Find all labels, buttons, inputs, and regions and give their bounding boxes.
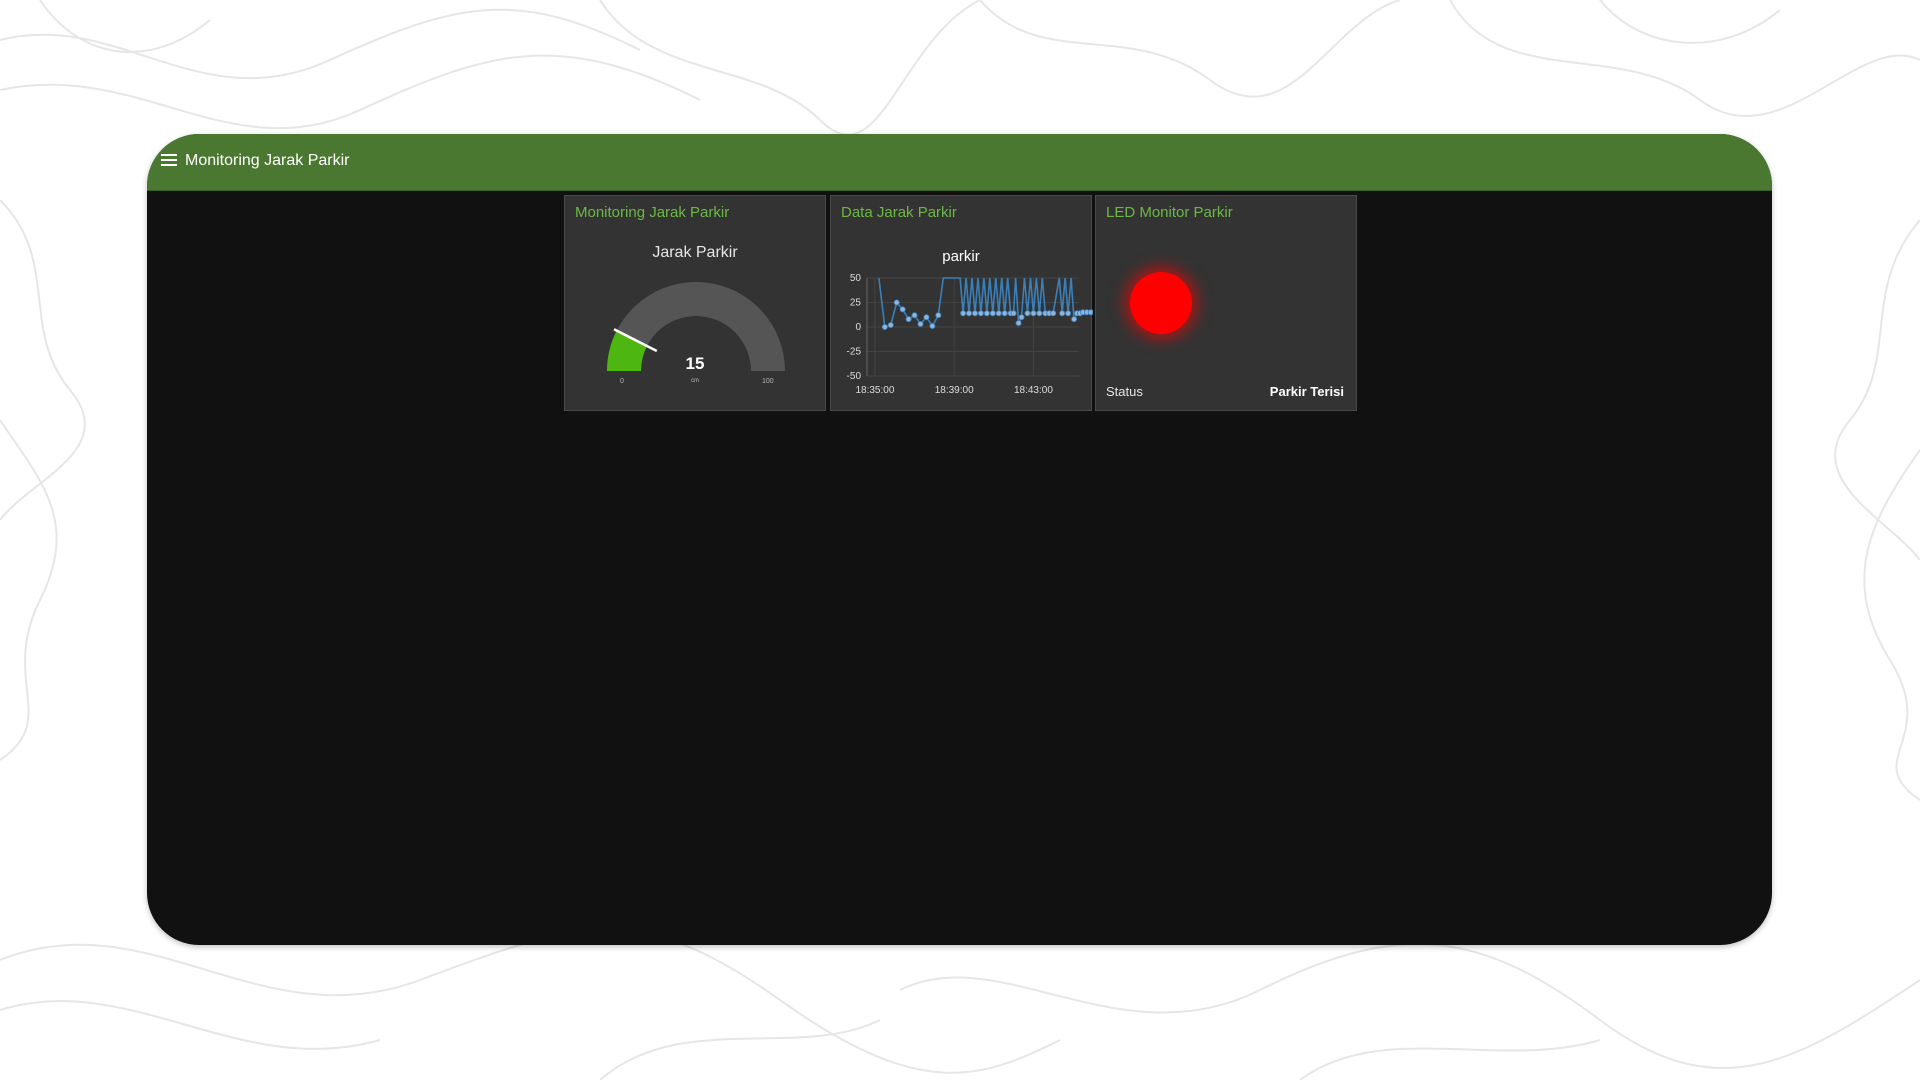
data-point bbox=[1030, 310, 1037, 317]
gauge-value: 15 bbox=[685, 354, 705, 373]
x-tick-label: 18:43:00 bbox=[1014, 385, 1053, 396]
x-tick-label: 18:39:00 bbox=[935, 385, 974, 396]
led-card: LED Monitor Parkir Status Parkir Terisi bbox=[1095, 195, 1357, 411]
y-tick-label: 25 bbox=[850, 298, 862, 309]
data-point bbox=[899, 306, 906, 313]
data-point bbox=[887, 322, 894, 329]
hamburger-menu-icon[interactable] bbox=[161, 154, 177, 168]
y-tick-label: -50 bbox=[847, 371, 862, 382]
gauge-unit: cm bbox=[691, 378, 699, 384]
led-indicator bbox=[1130, 272, 1192, 334]
data-point bbox=[966, 310, 973, 317]
data-point bbox=[1018, 314, 1025, 321]
led-status-value: Parkir Terisi bbox=[1269, 384, 1344, 399]
line-chart: 50 25 0 -25 -50 18:35:00 18:39:00 18:43:00 bbox=[847, 273, 1093, 396]
data-point bbox=[960, 310, 967, 317]
data-point bbox=[983, 310, 990, 317]
data-point bbox=[1024, 310, 1031, 317]
led-card-title: LED Monitor Parkir bbox=[1106, 204, 1233, 221]
gauge-min: 0 bbox=[620, 378, 624, 385]
top-bar: Monitoring Jarak Parkir bbox=[147, 134, 1772, 191]
data-point bbox=[1059, 310, 1066, 317]
y-tick-label: 0 bbox=[855, 322, 861, 333]
led-status-label: Status bbox=[1106, 384, 1143, 399]
data-point bbox=[911, 312, 918, 319]
data-point bbox=[989, 310, 996, 317]
data-point bbox=[995, 310, 1002, 317]
data-point bbox=[929, 323, 936, 330]
data-point bbox=[881, 323, 888, 330]
chart-card: Data Jarak Parkir parkir 50 25 0 -25 -50 18:3… bbox=[830, 195, 1093, 411]
data-point bbox=[1071, 316, 1078, 323]
data-point bbox=[1050, 310, 1057, 317]
data-point bbox=[905, 316, 912, 323]
gauge-max: 100 bbox=[762, 378, 774, 385]
x-tick-label: 18:35:00 bbox=[855, 385, 894, 396]
data-point bbox=[1036, 310, 1043, 317]
app-title: Monitoring Jarak Parkir bbox=[185, 152, 350, 169]
data-point bbox=[1065, 310, 1072, 317]
data-point bbox=[923, 314, 930, 321]
y-tick-label: 50 bbox=[850, 273, 862, 284]
gauge-card: Monitoring Jarak Parkir Jarak Parkir 15 … bbox=[564, 195, 826, 411]
data-point bbox=[935, 312, 942, 319]
data-point bbox=[917, 321, 924, 328]
data-point bbox=[893, 299, 900, 306]
data-point bbox=[971, 310, 978, 317]
y-tick-label: -25 bbox=[847, 347, 862, 358]
data-point bbox=[1015, 320, 1022, 327]
gauge-fill bbox=[607, 330, 648, 372]
data-point bbox=[1001, 310, 1008, 317]
dashboard-window: Monitoring Jarak Parkir Monitoring Jarak… bbox=[147, 134, 1772, 945]
data-point bbox=[977, 310, 984, 317]
data-point bbox=[1010, 310, 1017, 317]
